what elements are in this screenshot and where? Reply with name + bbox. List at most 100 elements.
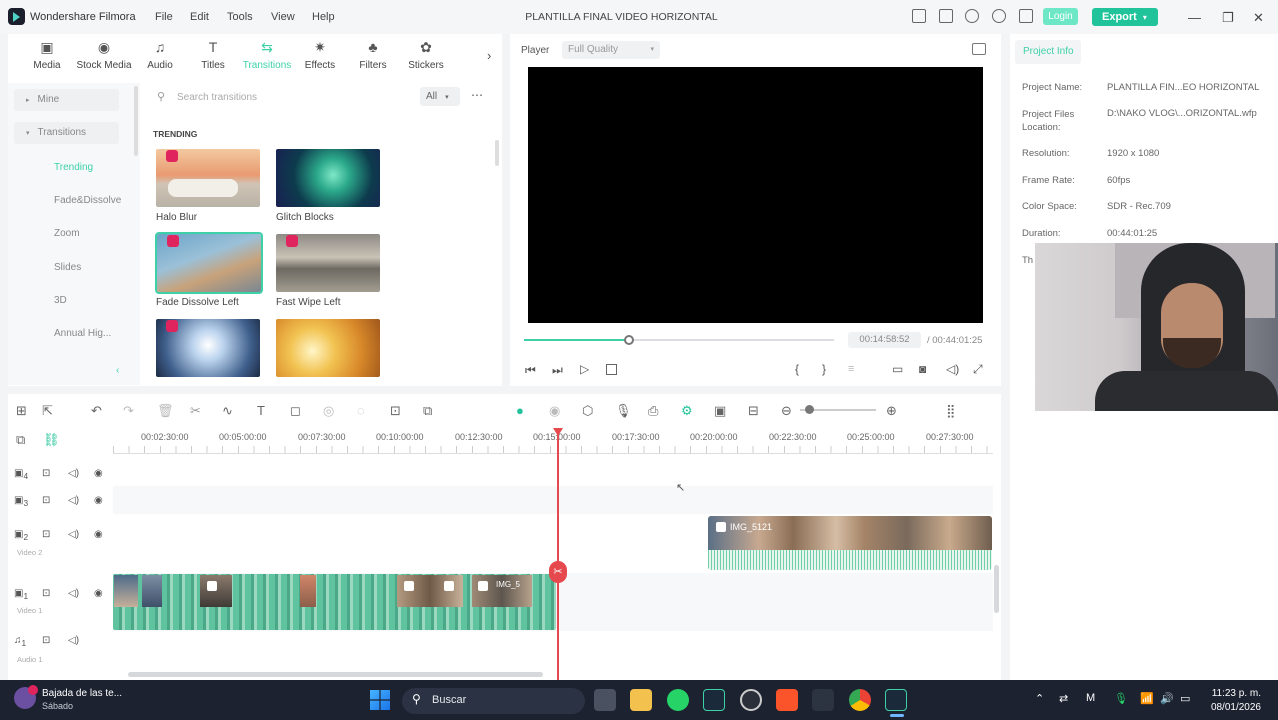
filmora-taskbar-icon[interactable] [703,689,725,711]
filmora-active-icon[interactable] [885,689,907,711]
sidebar-item-slides[interactable]: Slides [54,262,159,273]
transition-card-fade-dissolve-left[interactable] [155,232,263,294]
clock-date[interactable]: 08/01/2026 [1203,702,1261,713]
eye-icon[interactable]: ◉ [94,588,103,599]
snapshot-icon[interactable] [972,43,986,55]
eye-icon[interactable]: ◉ [94,495,103,506]
close-icon[interactable]: ✕ [1253,10,1264,26]
undo-icon[interactable]: ↶ [91,403,102,419]
scissors-icon[interactable]: ✂ [549,561,567,583]
sidebar-item-3d[interactable]: 3D [54,295,159,306]
headset-icon[interactable] [992,9,1006,23]
brave-icon[interactable] [776,689,798,711]
lock-icon[interactable]: ⊡ [42,468,50,479]
subtitle-icon[interactable]: ⊟ [748,403,759,419]
clock-time[interactable]: 11:23 p. m. [1203,688,1261,699]
battery-icon[interactable]: ▭ [1180,692,1190,705]
sidebar-item-mine[interactable]: ▸ Mine [14,89,119,111]
tab-filters[interactable]: ♣ Filters [348,40,398,72]
sidebar-item-annual[interactable]: Annual Hig... [54,328,159,339]
snap-icon[interactable]: ⚙ [681,403,693,419]
more-icon[interactable]: ⋯ [471,88,483,102]
video-preview[interactable] [528,67,983,323]
minimize-icon[interactable]: — [1188,10,1201,25]
speed-icon[interactable]: ◌ [357,403,365,418]
app-icon[interactable] [812,689,834,711]
zoom-in-icon[interactable]: ⊕ [886,403,897,419]
mute-icon[interactable]: ◁) [68,468,79,479]
delete-icon[interactable]: 🗑 [157,403,174,419]
volume-tray-icon[interactable]: 🔊 [1160,692,1174,705]
volume-icon[interactable]: ◁) [946,362,959,376]
sidebar-item-fade-dissolve[interactable]: Fade&Dissolve [54,195,159,206]
mute-icon[interactable]: ◁) [68,529,79,540]
display-icon[interactable]: ▭ [892,362,903,376]
tray-icon[interactable]: ⇄ [1059,692,1068,705]
save-icon[interactable] [939,9,953,23]
marker-icon[interactable]: ⬡ [582,403,593,419]
zoom-slider-knob[interactable] [805,405,814,414]
timeline-h-scrollbar[interactable] [128,672,543,677]
sidebar-item-transitions[interactable]: ▾ Transitions [14,122,119,144]
tray-icon[interactable]: M [1086,692,1095,704]
tab-media[interactable]: ▣ Media [22,40,72,72]
export-button[interactable]: Export ▾ [1092,8,1158,26]
tab-stock-media[interactable]: ◉ Stock Media [73,40,135,72]
cloud-icon[interactable] [965,9,979,23]
camera-icon[interactable]: ◙ [919,362,926,376]
text-tool-icon[interactable]: T [257,403,265,418]
keyframe-icon[interactable]: ⊡ [390,403,401,419]
task-view-icon[interactable] [594,689,616,711]
sidebar-item-zoom[interactable]: Zoom [54,228,159,239]
chevron-up-icon[interactable]: ⌃ [1035,692,1044,705]
layout-icon[interactable]: ⊞ [16,403,27,419]
select-tool-icon[interactable]: ⇱ [42,403,53,419]
mute-icon[interactable]: ◁) [68,635,79,646]
redo-icon[interactable]: ↷ [123,403,134,419]
lock-icon[interactable]: ⊡ [42,635,50,646]
timeline-v-scrollbar[interactable] [994,565,999,613]
taskbar-search[interactable] [402,688,585,714]
sidebar-scrollbar[interactable] [134,86,138,156]
mark-in-icon[interactable]: { [795,362,799,376]
whatsapp-icon[interactable] [667,689,689,711]
stop-icon[interactable] [606,364,617,375]
prev-frame-icon[interactable]: ⏮ [525,363,536,378]
file-explorer-icon[interactable] [630,689,652,711]
video-clip-img-5121[interactable]: IMG_5121 [708,516,992,570]
library-scrollbar[interactable] [495,140,499,166]
transition-card[interactable] [156,319,260,377]
fullscreen-icon[interactable]: ⤢ [973,362,983,377]
eye-icon[interactable]: ◉ [94,529,103,540]
play-icon[interactable]: ▷ [580,362,589,376]
lock-icon[interactable]: ⊡ [42,588,50,599]
pip-icon[interactable]: ▣ [714,403,726,419]
quality-dropdown[interactable]: Full Quality ▾ [562,41,660,59]
tab-titles[interactable]: T Titles [188,40,238,72]
mic-tray-icon[interactable]: 🎙 [1114,692,1128,705]
color-icon[interactable]: ◎ [323,403,334,419]
settings-taskbar-icon[interactable] [740,689,762,711]
transition-card-glitch-blocks[interactable] [276,149,380,207]
wifi-icon[interactable]: 📶 [1140,692,1154,705]
cut-icon[interactable]: ✂ [190,403,201,419]
tab-effects[interactable]: ✷ Effects [295,40,345,72]
lock-icon[interactable]: ⊡ [42,529,50,540]
more-tools-icon[interactable]: ⧉ [423,403,432,419]
filter-dropdown[interactable]: All ▾ [420,87,460,106]
collapse-icon[interactable]: ‹ [116,365,119,376]
voice-icon[interactable]: ⎙ [648,403,658,419]
search-input[interactable]: Search transitions [177,92,257,103]
login-button[interactable]: Login [1043,8,1078,25]
crop-icon[interactable]: ◻ [290,403,301,419]
tab-transitions[interactable]: ⇆ Transitions [238,40,296,72]
mute-icon[interactable]: ◁) [68,495,79,506]
mic-icon[interactable]: 🎙 [615,403,632,419]
link-icon[interactable]: ⛓ [43,432,60,448]
render-icon[interactable]: ● [516,403,524,418]
tab-audio[interactable]: ♫ Audio [135,40,185,72]
playhead-line[interactable] [557,430,559,680]
ai-icon[interactable]: ◉ [549,403,560,419]
mute-icon[interactable]: ◁) [68,588,79,599]
chevron-right-icon[interactable]: › [487,48,491,63]
